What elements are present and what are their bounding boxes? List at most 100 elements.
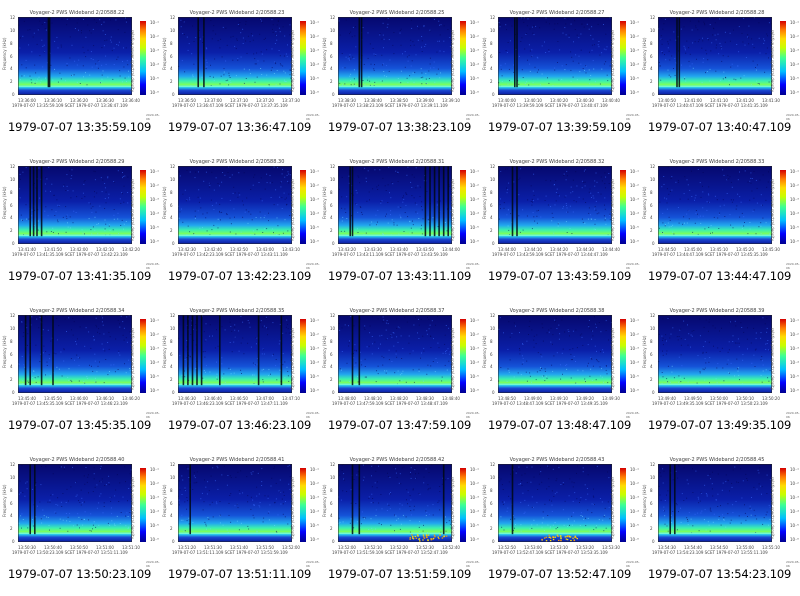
y-tick-label: 12 xyxy=(170,15,176,20)
noise-speck xyxy=(439,509,441,511)
noise-speck xyxy=(765,349,767,350)
noise-speck xyxy=(747,516,748,517)
noise-speck xyxy=(508,371,510,373)
noise-speck xyxy=(447,478,449,480)
noise-speck xyxy=(557,225,559,227)
noise-speck xyxy=(250,496,252,498)
y-tick-label: 8 xyxy=(490,189,493,195)
y-tick-label: 10 xyxy=(170,325,176,331)
noise-speck xyxy=(571,481,573,483)
noise-speck xyxy=(704,358,706,360)
noise-speck xyxy=(585,499,587,501)
noise-speck xyxy=(282,26,284,28)
colorbar-tick-label: 10⁻⁵ xyxy=(470,76,479,81)
noise-speck xyxy=(58,325,60,327)
y-tick-label: 2 xyxy=(10,526,13,532)
noise-speck xyxy=(232,35,234,37)
noise-speck xyxy=(195,324,197,325)
noise-speck xyxy=(590,192,592,194)
panel-title: Voyager-2 PWS Wideband 2/20588.38 xyxy=(509,308,605,314)
noise-speck xyxy=(440,526,442,528)
noise-speck xyxy=(549,499,550,501)
noise-speck xyxy=(100,468,101,470)
noise-speck xyxy=(380,494,382,495)
noise-speck xyxy=(670,333,672,335)
noise-speck xyxy=(45,77,46,79)
noise-speck xyxy=(527,59,528,61)
noise-speck xyxy=(198,189,200,191)
noise-speck xyxy=(565,34,567,36)
noise-speck xyxy=(98,502,100,504)
noise-speck xyxy=(400,217,402,219)
noise-speck xyxy=(187,468,189,470)
noise-speck xyxy=(184,489,186,491)
noise-speck xyxy=(255,217,257,218)
noise-speck xyxy=(355,362,357,364)
noise-speck xyxy=(387,23,389,25)
burst-speck xyxy=(437,536,439,538)
noise-speck xyxy=(722,169,724,171)
noise-speck xyxy=(279,63,281,65)
panel-title: Voyager-2 PWS Wideband 2/20588.42 xyxy=(349,457,445,463)
noise-speck xyxy=(531,524,533,526)
noise-speck xyxy=(704,379,706,381)
noise-speck xyxy=(751,362,753,364)
noise-speck xyxy=(353,357,355,359)
noise-speck xyxy=(341,464,343,466)
noise-speck xyxy=(206,212,208,214)
noise-speck xyxy=(501,501,503,503)
spectrogram-plot xyxy=(658,166,772,244)
noise-speck xyxy=(446,230,448,232)
noise-speck xyxy=(667,166,669,168)
noise-speck xyxy=(422,76,424,78)
noise-speck xyxy=(607,501,609,503)
noise-speck xyxy=(572,348,574,350)
noise-speck xyxy=(73,74,75,76)
noise-speck xyxy=(406,489,408,491)
noise-speck xyxy=(369,80,371,82)
noise-speck xyxy=(108,482,110,484)
noise-speck xyxy=(502,489,504,490)
noise-speck xyxy=(406,77,408,79)
noise-speck xyxy=(124,31,126,33)
noise-speck xyxy=(687,524,689,526)
noise-speck xyxy=(345,56,347,58)
noise-speck xyxy=(531,49,533,51)
noise-speck xyxy=(692,468,693,470)
noise-speck xyxy=(755,233,757,235)
noise-speck xyxy=(386,320,388,322)
gap-bar xyxy=(429,166,431,237)
noise-speck xyxy=(498,218,500,220)
noise-speck xyxy=(526,215,528,217)
noise-speck xyxy=(436,204,438,206)
noise-speck xyxy=(44,210,46,212)
noise-speck xyxy=(765,343,767,345)
noise-speck xyxy=(748,43,750,45)
y-tick-label: 6 xyxy=(650,53,653,59)
noise-speck xyxy=(740,77,742,79)
noise-speck xyxy=(346,218,348,219)
colorbar xyxy=(300,21,306,95)
noise-speck xyxy=(110,507,112,509)
noise-speck xyxy=(42,66,44,68)
noise-speck xyxy=(706,494,708,496)
colorbar-label: relative power spectral density xyxy=(450,30,455,92)
noise-speck xyxy=(665,59,667,61)
noise-speck xyxy=(381,200,383,202)
noise-speck xyxy=(586,23,588,25)
noise-speck xyxy=(668,74,670,76)
noise-speck xyxy=(223,465,225,467)
noise-speck xyxy=(76,343,77,345)
noise-speck xyxy=(719,42,721,44)
noise-speck xyxy=(608,339,609,341)
noise-speck xyxy=(122,172,123,173)
noise-speck xyxy=(423,347,425,349)
noise-speck xyxy=(754,366,756,367)
noise-speck xyxy=(102,317,103,319)
noise-speck xyxy=(383,319,385,321)
noise-speck xyxy=(205,68,207,69)
noise-speck xyxy=(699,372,701,374)
noise-speck xyxy=(376,224,378,226)
noise-speck xyxy=(35,344,37,346)
noise-speck xyxy=(687,519,688,520)
